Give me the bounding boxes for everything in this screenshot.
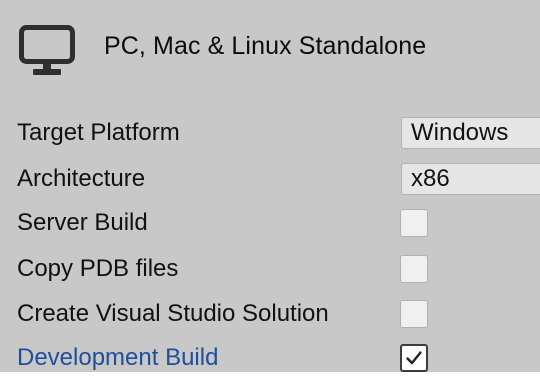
copy-pdb-files-checkbox[interactable] xyxy=(400,255,428,283)
development-build-row: Development Build xyxy=(0,340,540,372)
server-build-checkbox[interactable] xyxy=(400,209,428,237)
copy-pdb-files-label: Copy PDB files xyxy=(17,255,179,282)
target-platform-value: Windows xyxy=(411,119,509,146)
architecture-dropdown[interactable]: x86 xyxy=(401,163,540,195)
create-vs-solution-row: Create Visual Studio Solution xyxy=(0,296,540,332)
copy-pdb-files-row: Copy PDB files xyxy=(0,251,540,287)
create-vs-solution-checkbox[interactable] xyxy=(400,300,428,328)
development-build-label: Development Build xyxy=(17,344,219,371)
platform-header: PC, Mac & Linux Standalone xyxy=(0,0,540,95)
architecture-row: Architecture x86 xyxy=(0,161,540,197)
build-settings-panel: PC, Mac & Linux Standalone Target Platfo… xyxy=(0,0,540,372)
server-build-row: Server Build xyxy=(0,205,540,241)
server-build-label: Server Build xyxy=(17,209,148,236)
monitor-icon xyxy=(19,25,75,75)
checkmark-icon xyxy=(406,351,422,365)
target-platform-row: Target Platform Windows xyxy=(0,115,540,151)
platform-title: PC, Mac & Linux Standalone xyxy=(104,32,427,60)
architecture-label: Architecture xyxy=(17,165,146,192)
development-build-checkbox[interactable] xyxy=(400,344,428,372)
target-platform-dropdown[interactable]: Windows xyxy=(401,117,540,149)
target-platform-label: Target Platform xyxy=(17,119,180,146)
architecture-value: x86 xyxy=(411,165,450,192)
create-vs-solution-label: Create Visual Studio Solution xyxy=(17,300,329,327)
